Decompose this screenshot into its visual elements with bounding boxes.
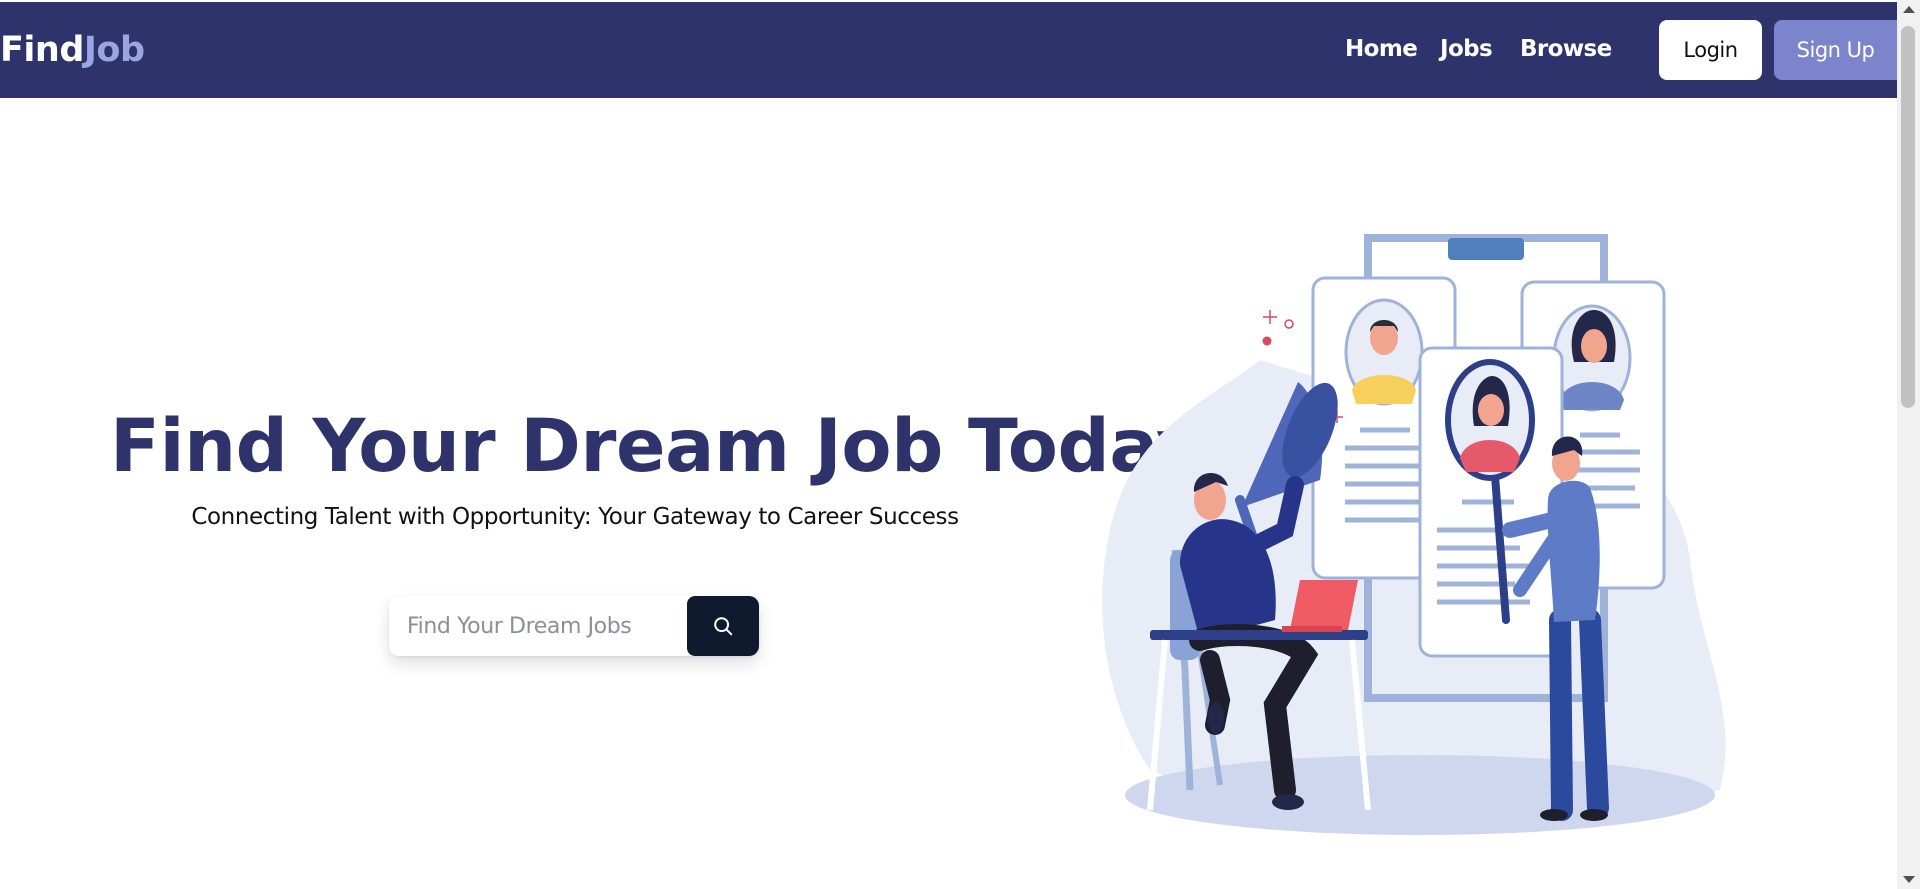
nav-link-browse[interactable]: Browse (1520, 36, 1612, 62)
brand-part-find: Find (0, 30, 84, 70)
clipboard-clip (1448, 238, 1524, 260)
avatar-right-head (1581, 329, 1607, 363)
scroll-up-arrow-icon[interactable] (1903, 6, 1915, 13)
hero-title: Find Your Dream Job Today (110, 404, 1204, 489)
illustration-floor (1125, 755, 1715, 835)
login-button[interactable]: Login (1659, 20, 1762, 80)
magnifier-avatar-head (1478, 394, 1504, 426)
navbar: FindJob Home Jobs Browse Login Sign Up (0, 2, 1897, 98)
nav-link-jobs[interactable]: Jobs (1440, 36, 1493, 62)
vertical-scrollbar[interactable] (1897, 0, 1920, 889)
search-input[interactable] (389, 596, 687, 656)
avatar-left-head (1370, 321, 1398, 355)
search-icon (714, 617, 733, 636)
hero-subtitle: Connecting Talent with Opportunity: Your… (191, 504, 959, 530)
search-button[interactable] (687, 596, 759, 656)
search-bar (389, 596, 759, 656)
brand-part-job: Job (83, 30, 145, 70)
nav-link-home[interactable]: Home (1345, 36, 1418, 62)
brand-logo[interactable]: FindJob (0, 30, 145, 70)
scroll-down-arrow-icon[interactable] (1903, 876, 1915, 883)
scroll-thumb[interactable] (1901, 26, 1915, 408)
signup-button[interactable]: Sign Up (1774, 20, 1897, 80)
recruitment-illustration (1102, 234, 1726, 835)
page: FindJob Home Jobs Browse Login Sign Up F… (0, 0, 1897, 889)
